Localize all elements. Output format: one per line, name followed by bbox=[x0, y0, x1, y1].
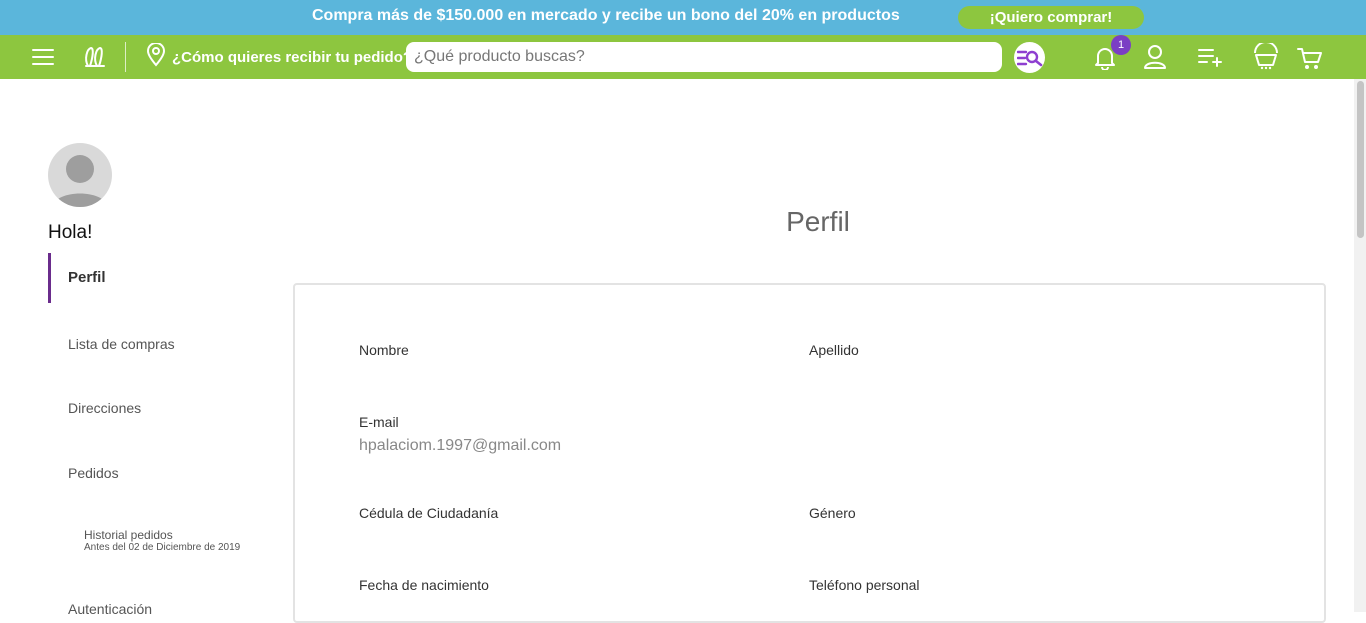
menu-icon[interactable] bbox=[30, 44, 56, 70]
search-list-icon[interactable] bbox=[1014, 42, 1045, 73]
sidebar-item-autenticacion[interactable]: Autenticación bbox=[68, 601, 152, 617]
sidebar-item-perfil[interactable]: Perfil bbox=[68, 269, 106, 286]
genero-label: Género bbox=[809, 505, 856, 521]
telefono-label: Teléfono personal bbox=[809, 577, 920, 593]
cedula-label: Cédula de Ciudadanía bbox=[359, 505, 499, 521]
promo-text: Compra más de $150.000 en mercado y reci… bbox=[312, 7, 900, 24]
historial-label: Historial pedidos bbox=[84, 528, 173, 542]
location-pin-icon bbox=[146, 41, 166, 72]
sidebar-item-historial-pedidos[interactable]: Historial pedidos Antes del 02 de Diciem… bbox=[84, 528, 240, 553]
nav-divider bbox=[125, 42, 126, 72]
delivery-selector[interactable]: ¿Cómo quieres recibir tu pedido? bbox=[146, 41, 413, 72]
apellido-label: Apellido bbox=[809, 342, 859, 358]
page-scrollbar[interactable] bbox=[1354, 79, 1366, 612]
page-title: Perfil bbox=[786, 206, 850, 237]
avatar[interactable] bbox=[48, 143, 112, 207]
historial-sublabel: Antes del 02 de Diciembre de 2019 bbox=[84, 542, 241, 553]
main-navbar: ¿Cómo quieres recibir tu pedido? 1 bbox=[0, 35, 1366, 79]
email-value: hpalaciom.1997@gmail.com bbox=[359, 437, 562, 454]
delivery-prompt: ¿Cómo quieres recibir tu pedido? bbox=[172, 48, 413, 66]
profile-card: Nombre Apellido E-mail hpalaciom.1997@gm… bbox=[293, 283, 1326, 623]
promo-cta-button[interactable]: ¡Quiero comprar! bbox=[958, 6, 1144, 29]
sidebar-item-direcciones[interactable]: Direcciones bbox=[68, 400, 141, 416]
user-icon[interactable] bbox=[1142, 43, 1168, 71]
cart-icon[interactable] bbox=[1296, 44, 1324, 72]
email-label: E-mail bbox=[359, 414, 399, 430]
greeting: Hola! bbox=[48, 222, 93, 243]
nombre-label: Nombre bbox=[359, 342, 409, 358]
notification-badge: 1 bbox=[1111, 35, 1131, 55]
fecha-nacimiento-label: Fecha de nacimiento bbox=[359, 577, 489, 593]
scrollbar-thumb[interactable] bbox=[1357, 81, 1364, 238]
sidebar-item-lista-de-compras[interactable]: Lista de compras bbox=[68, 336, 175, 352]
add-list-icon[interactable] bbox=[1196, 44, 1224, 70]
sidebar-item-pedidos[interactable]: Pedidos bbox=[68, 465, 119, 481]
logo-icon[interactable] bbox=[80, 43, 110, 71]
search-input[interactable] bbox=[406, 42, 1002, 72]
promo-banner: Compra más de $150.000 en mercado y reci… bbox=[0, 0, 1366, 35]
active-indicator bbox=[48, 253, 51, 303]
basket-icon[interactable] bbox=[1251, 42, 1281, 72]
